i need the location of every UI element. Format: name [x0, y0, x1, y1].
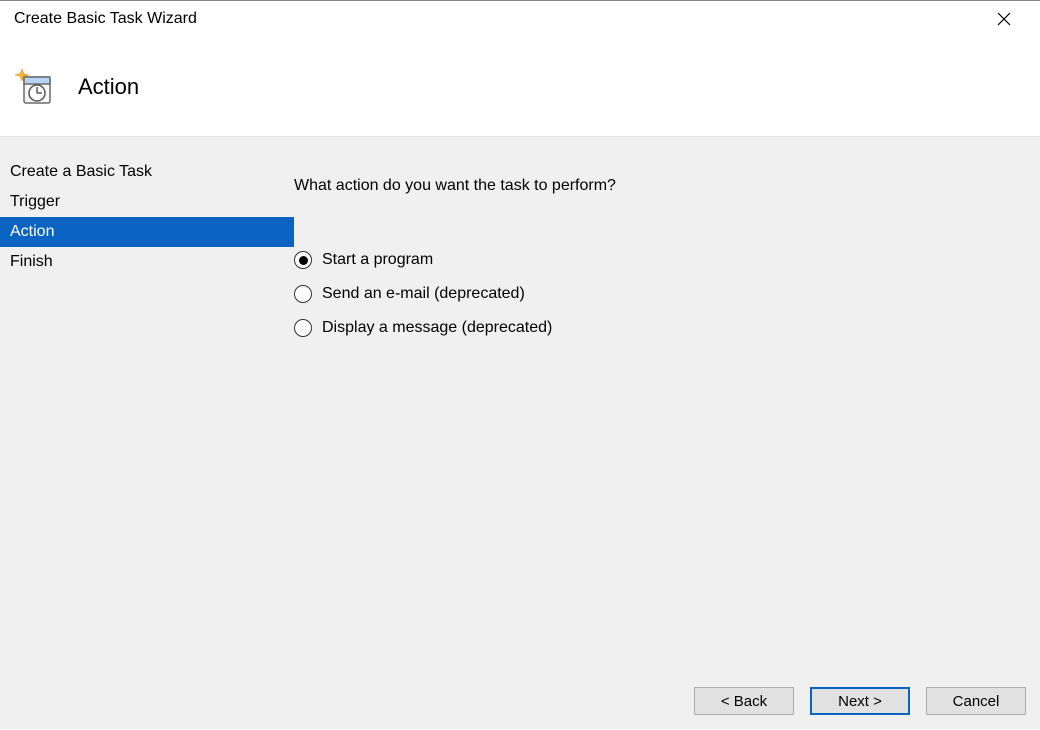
radio-start-program[interactable]: Start a program — [294, 251, 1010, 269]
action-radio-group: Start a program Send an e-mail (deprecat… — [294, 251, 1010, 337]
close-icon — [997, 12, 1011, 26]
titlebar: Create Basic Task Wizard — [0, 1, 1040, 37]
sidebar-item-label: Trigger — [10, 193, 60, 210]
radio-icon — [294, 319, 312, 337]
page-title: Action — [78, 74, 139, 100]
sidebar-item-label: Create a Basic Task — [10, 163, 152, 180]
next-button[interactable]: Next > — [810, 687, 910, 715]
radio-icon — [294, 251, 312, 269]
radio-label: Start a program — [322, 251, 433, 269]
radio-icon — [294, 285, 312, 303]
radio-label: Send an e-mail (deprecated) — [322, 285, 525, 303]
action-prompt: What action do you want the task to perf… — [294, 177, 1010, 195]
radio-display-message[interactable]: Display a message (deprecated) — [294, 319, 1010, 337]
sidebar-item-finish[interactable]: Finish — [0, 247, 294, 277]
sidebar-item-label: Finish — [10, 253, 53, 270]
cancel-button[interactable]: Cancel — [926, 687, 1026, 715]
sidebar-item-trigger[interactable]: Trigger — [0, 187, 294, 217]
radio-send-email[interactable]: Send an e-mail (deprecated) — [294, 285, 1010, 303]
back-button[interactable]: < Back — [694, 687, 794, 715]
window-title: Create Basic Task Wizard — [14, 10, 197, 28]
sidebar-item-action[interactable]: Action — [0, 217, 294, 247]
main-panel: What action do you want the task to perf… — [294, 137, 1040, 673]
radio-label: Display a message (deprecated) — [322, 319, 552, 337]
content-area: Create a Basic Task Trigger Action Finis… — [0, 137, 1040, 673]
wizard-footer: < Back Next > Cancel — [0, 673, 1040, 729]
task-scheduler-icon — [14, 67, 54, 107]
wizard-steps-sidebar: Create a Basic Task Trigger Action Finis… — [0, 137, 294, 673]
close-button[interactable] — [982, 5, 1026, 33]
sidebar-item-create-basic-task[interactable]: Create a Basic Task — [0, 157, 294, 187]
sidebar-item-label: Action — [10, 223, 54, 240]
header-band: Action — [0, 37, 1040, 137]
